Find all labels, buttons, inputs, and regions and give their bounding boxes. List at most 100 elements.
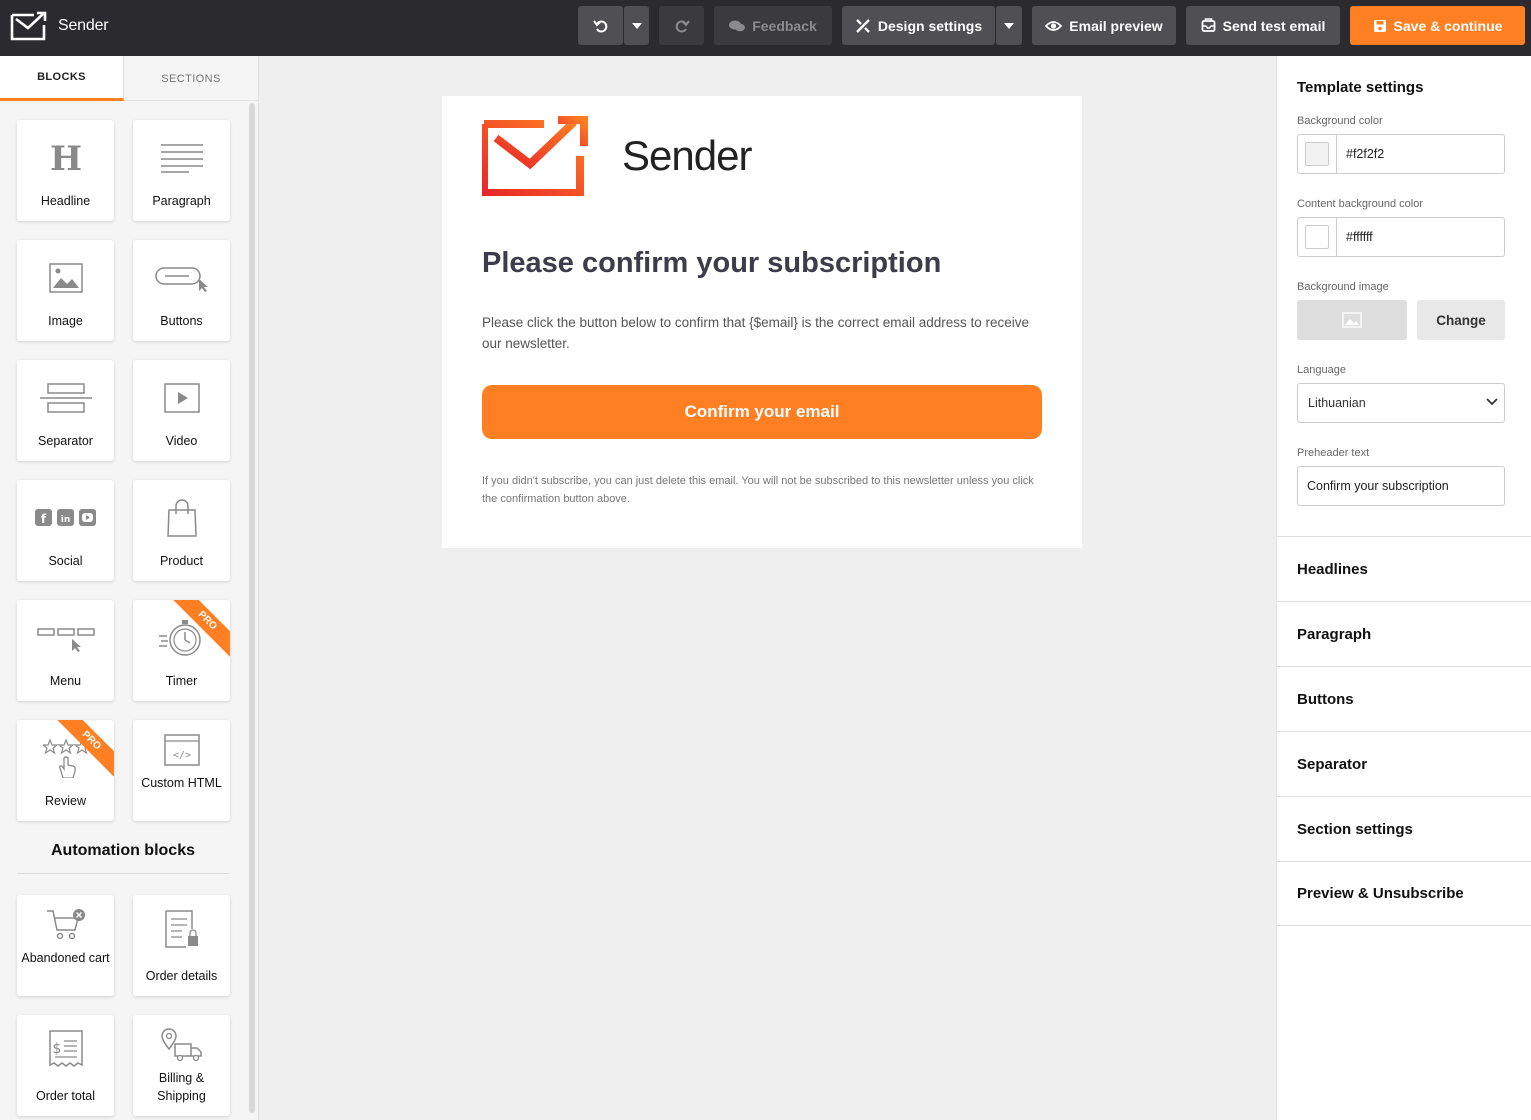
caret-down-icon [631, 22, 642, 29]
block-label: Order total [35, 1089, 96, 1103]
chat-bubbles-icon [729, 20, 746, 31]
delivery-truck-icon [133, 1025, 230, 1065]
svg-text:f: f [40, 512, 46, 526]
email-logo-text: Sender [622, 132, 752, 179]
block-label: Video [165, 434, 198, 448]
code-icon: </> [133, 730, 230, 770]
language-select[interactable]: Lithuanian [1297, 383, 1505, 423]
background-color-field[interactable]: #f2f2f2 [1297, 134, 1505, 174]
block-custom-html[interactable]: </> Custom HTML [133, 720, 230, 821]
receipt-icon: $ [17, 1029, 114, 1069]
send-test-email-label: Send test email [1222, 17, 1326, 34]
accordion-paragraph[interactable]: Paragraph [1277, 601, 1531, 666]
block-video[interactable]: Video [133, 360, 230, 461]
app-logo[interactable]: Sender [10, 11, 109, 41]
block-buttons[interactable]: Buttons [133, 240, 230, 341]
tab-blocks[interactable]: BLOCKS [0, 56, 124, 101]
change-background-image-button[interactable]: Change [1417, 300, 1505, 340]
order-document-icon [133, 909, 230, 949]
divider [17, 873, 229, 874]
content-bg-color-field[interactable]: #ffffff [1297, 217, 1505, 257]
block-timer[interactable]: Timer PRO [133, 600, 230, 701]
background-image-preview[interactable] [1297, 300, 1407, 340]
design-settings-label: Design settings [877, 17, 983, 34]
design-settings-button[interactable]: Design settings [842, 6, 995, 45]
email-content[interactable]: Sender Please confirm your subscription … [442, 96, 1082, 548]
panel-tabs: BLOCKS SECTIONS [0, 56, 258, 101]
block-review[interactable]: Review PRO [17, 720, 114, 821]
menu-icon [17, 618, 114, 658]
block-billing-shipping[interactable]: Billing & Shipping [133, 1015, 230, 1116]
content-bg-color-value[interactable]: #ffffff [1346, 230, 1373, 244]
svg-text:in: in [60, 515, 70, 525]
block-paragraph[interactable]: Paragraph [133, 120, 230, 221]
blocks-panel: BLOCKS SECTIONS H Headline Paragraph Ima… [0, 56, 259, 1120]
svg-text:$: $ [52, 1041, 61, 1057]
background-color-value[interactable]: #f2f2f2 [1346, 147, 1384, 161]
block-separator[interactable]: Separator [17, 360, 114, 461]
eye-icon [1045, 20, 1063, 31]
save-continue-label: Save & continue [1393, 17, 1503, 34]
video-icon [133, 378, 230, 418]
block-menu[interactable]: Menu [17, 600, 114, 701]
block-product[interactable]: Product [133, 480, 230, 581]
block-social[interactable]: f in Social [17, 480, 114, 581]
button-icon [133, 258, 230, 298]
block-label: Menu [49, 674, 82, 688]
block-abandoned-cart[interactable]: Abandoned cart [17, 895, 114, 996]
blocks-scrollbar[interactable] [249, 103, 255, 1113]
confirm-email-button[interactable]: Confirm your email [482, 385, 1042, 439]
block-label: Paragraph [152, 194, 211, 208]
block-image[interactable]: Image [17, 240, 114, 341]
block-label: Separator [38, 434, 93, 448]
feedback-button[interactable]: Feedback [714, 6, 832, 45]
color-swatch[interactable] [1305, 142, 1329, 166]
tab-sections[interactable]: SECTIONS [124, 56, 258, 101]
send-test-email-button[interactable]: Send test email [1186, 6, 1340, 45]
email-paragraph[interactable]: Please click the button below to confirm… [482, 312, 1042, 354]
redo-button[interactable] [659, 6, 704, 45]
block-label: Timer [165, 674, 198, 688]
design-settings-dropdown[interactable] [996, 6, 1022, 45]
block-order-details[interactable]: Order details [133, 895, 230, 996]
block-label: Abandoned cart [21, 951, 110, 965]
cart-icon [17, 905, 114, 945]
accordion-separator[interactable]: Separator [1277, 731, 1531, 796]
email-logo[interactable]: Sender [482, 116, 752, 196]
accordion-headlines[interactable]: Headlines [1277, 536, 1531, 601]
envelope-send-icon [1201, 18, 1216, 32]
redo-icon [675, 19, 690, 32]
email-preview-button[interactable]: Email preview [1032, 6, 1176, 45]
email-preview-label: Email preview [1069, 17, 1163, 34]
save-disk-icon [1373, 19, 1386, 32]
app-logo-text: Sender [58, 17, 109, 34]
email-headline[interactable]: Please confirm your subscription [482, 247, 941, 280]
accordion-preview-unsubscribe[interactable]: Preview & Unsubscribe [1277, 861, 1531, 926]
image-icon [17, 258, 114, 298]
social-icon: f in [17, 498, 114, 538]
separator-icon [17, 378, 114, 418]
block-label: Order details [145, 969, 218, 983]
sender-logo-icon [482, 116, 588, 196]
accordion-buttons[interactable]: Buttons [1277, 666, 1531, 731]
save-continue-button[interactable]: Save & continue [1350, 6, 1525, 45]
language-value: Lithuanian [1308, 396, 1366, 410]
paragraph-icon [133, 138, 230, 178]
preheader-input[interactable]: Confirm your subscription [1297, 466, 1505, 506]
block-label: Billing & Shipping [157, 1071, 206, 1103]
block-label: Social [48, 554, 83, 568]
email-footer-text[interactable]: If you didn't subscribe, you can just de… [482, 472, 1042, 508]
color-swatch[interactable] [1305, 225, 1329, 249]
svg-text:H: H [51, 142, 81, 174]
block-label: Headline [40, 194, 91, 208]
block-label: Review [45, 794, 86, 808]
shopping-bag-icon [133, 498, 230, 538]
undo-history-dropdown[interactable] [624, 6, 649, 45]
block-order-total[interactable]: $ Order total [17, 1015, 114, 1116]
block-label: Buttons [160, 314, 203, 328]
undo-button[interactable] [578, 6, 623, 45]
automation-blocks-title: Automation blocks [50, 842, 195, 859]
accordion-section-settings[interactable]: Section settings [1277, 796, 1531, 861]
preheader-label: Preheader text [1297, 447, 1370, 459]
block-headline[interactable]: H Headline [17, 120, 114, 221]
